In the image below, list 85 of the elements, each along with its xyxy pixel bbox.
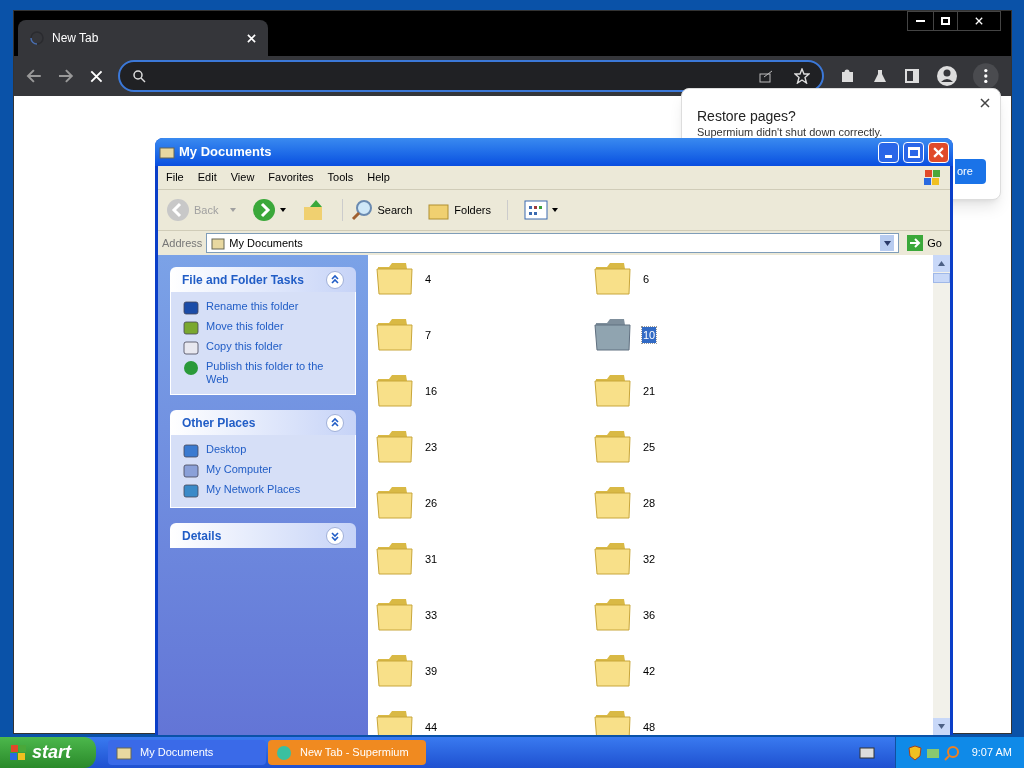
close-button[interactable] <box>928 141 949 163</box>
caret-icon <box>552 208 558 212</box>
collapse-icon[interactable] <box>326 270 344 289</box>
menu-item[interactable]: File <box>166 169 184 186</box>
folder-name[interactable]: 31 <box>424 550 439 568</box>
folder-name[interactable]: 16 <box>424 382 439 400</box>
task-link[interactable]: My Network Places <box>206 483 301 496</box>
star-icon[interactable] <box>794 68 811 84</box>
folder-name[interactable]: 7 <box>424 326 433 344</box>
windows-logo-icon <box>922 167 942 188</box>
spinner-icon <box>30 31 44 45</box>
dropdown-button[interactable] <box>880 235 895 251</box>
restore-button[interactable]: ore <box>955 159 986 184</box>
folder-name[interactable]: 39 <box>424 662 439 680</box>
dialog-message: Supermium didn't shut down correctly. <box>697 125 883 140</box>
folder-name[interactable]: 32 <box>642 550 657 568</box>
search-icon <box>132 69 147 83</box>
address-field[interactable]: My Documents <box>206 233 900 253</box>
folder-name[interactable]: 33 <box>424 606 439 624</box>
folder-name[interactable]: 48 <box>642 718 657 735</box>
task-link[interactable]: My Computer <box>206 463 273 476</box>
shield-icon[interactable] <box>907 744 922 761</box>
search-icon <box>351 199 374 221</box>
window-title: My Documents <box>179 143 273 162</box>
avatar-icon[interactable] <box>935 65 958 87</box>
forward-arrow-icon[interactable] <box>57 69 74 83</box>
browser-tab[interactable]: New Tab <box>18 20 268 56</box>
address-bar[interactable] <box>118 60 825 92</box>
go-arrow-icon <box>907 235 924 251</box>
panel-header[interactable]: Details <box>170 523 356 548</box>
views-button[interactable] <box>507 200 558 220</box>
down-arrow-icon <box>938 724 945 729</box>
close-icon <box>933 146 944 158</box>
menu-item[interactable]: Favorites <box>268 169 314 186</box>
scrollbar[interactable] <box>933 255 950 735</box>
go-button[interactable]: Go <box>903 234 946 252</box>
folders-button[interactable]: Folders <box>428 200 491 220</box>
menu-item[interactable]: Tools <box>327 169 354 186</box>
panel-header[interactable]: Other Places <box>170 410 356 435</box>
panel-header[interactable]: File and Folder Tasks <box>170 267 356 292</box>
close-icon[interactable] <box>980 98 990 108</box>
address-label: Address <box>162 235 203 251</box>
caret-icon <box>230 208 237 212</box>
menu-icon[interactable] <box>973 63 999 89</box>
folder-name[interactable]: 10 <box>642 326 657 344</box>
forward-button[interactable] <box>252 198 287 222</box>
folder-name[interactable]: 23 <box>424 438 439 456</box>
folder-name[interactable]: 4 <box>424 270 433 288</box>
dialog-title: Restore pages? <box>697 107 796 126</box>
back-arrow-icon[interactable] <box>26 69 42 83</box>
menu-item[interactable]: View <box>230 169 255 186</box>
windows-logo-icon <box>8 742 28 763</box>
search-button[interactable]: Search <box>342 199 413 221</box>
up-arrow-icon <box>938 261 945 266</box>
scroll-up-button[interactable] <box>933 255 950 272</box>
task-link[interactable]: Move this folder <box>206 320 284 333</box>
taskbar-button[interactable]: My Documents <box>108 740 266 765</box>
maximize-button[interactable] <box>933 12 958 30</box>
task-link[interactable]: Publish this folder to the Web <box>206 360 343 386</box>
stop-icon[interactable] <box>89 69 103 83</box>
views-icon <box>524 200 548 220</box>
clock: 9:07 AM <box>971 745 1012 761</box>
folder-name[interactable]: 28 <box>642 494 657 512</box>
folder-name[interactable]: 6 <box>642 270 651 288</box>
sidebar-icon[interactable] <box>903 68 920 84</box>
task-link[interactable]: Copy this folder <box>206 340 283 353</box>
scroll-thumb[interactable] <box>933 273 950 283</box>
tab-title: New Tab <box>52 30 100 47</box>
folder-name[interactable]: 42 <box>642 662 657 680</box>
folder-name[interactable]: 21 <box>642 382 657 400</box>
caret-icon <box>883 240 891 246</box>
folder-name[interactable]: 44 <box>424 718 439 735</box>
menu-item[interactable]: Edit <box>197 169 217 186</box>
task-link[interactable]: Desktop <box>206 443 247 456</box>
flask-icon[interactable] <box>872 68 888 84</box>
caret-icon <box>280 208 287 212</box>
folder-name[interactable]: 26 <box>424 494 439 512</box>
collapse-icon[interactable] <box>326 413 344 432</box>
folder-name[interactable]: 25 <box>642 438 657 456</box>
expand-icon[interactable] <box>326 526 344 545</box>
share-icon[interactable] <box>758 68 775 84</box>
menu-item[interactable]: Help <box>367 169 390 186</box>
folder-name[interactable]: 36 <box>642 606 657 624</box>
task-link[interactable]: Rename this folder <box>206 300 299 313</box>
scroll-down-button[interactable] <box>933 718 950 735</box>
